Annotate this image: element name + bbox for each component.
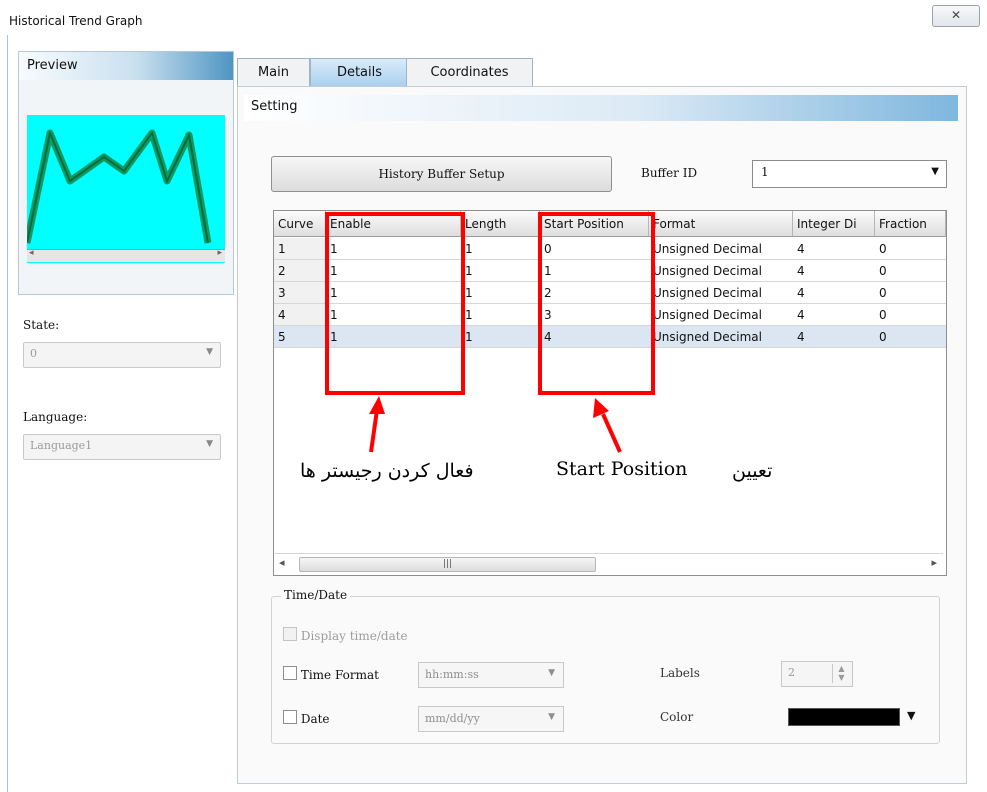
close-button[interactable]: ✕ [932,5,980,27]
cell-length[interactable]: 1 [461,260,540,282]
enable-column-highlight [325,212,465,395]
preview-panel: Preview ◂ ▸ [18,51,234,295]
trend-curve-graphic [23,129,212,244]
labels-value: 2 [788,666,795,679]
cell-format[interactable]: Unsigned Decimal [649,282,793,304]
cell-fraction[interactable]: 0 [875,282,946,304]
language-label: Language: [23,410,88,424]
column-header-format[interactable]: Format [649,211,793,237]
tab-details[interactable]: Details [310,58,409,87]
horizontal-scrollbar[interactable]: ◂ ||| ▸ [275,553,943,574]
labels-stepper: 2 ▲ ▼ [781,661,853,687]
scroll-left-icon[interactable]: ◂ [29,248,34,258]
scroll-right-icon[interactable]: ▸ [931,556,937,569]
tab-main[interactable]: Main [237,58,310,87]
column-header-integer-digits[interactable]: Integer Di [793,211,875,237]
date-checkbox[interactable] [283,710,297,724]
cell-length[interactable]: 1 [461,238,540,260]
cell-format[interactable]: Unsigned Decimal [649,260,793,282]
chevron-down-icon: ▼ [548,712,555,722]
time-date-group-title: Time/Date [281,588,351,602]
column-header-length[interactable]: Length [461,211,540,237]
date-label: Date [300,712,330,726]
cell-integer-digits[interactable]: 4 [793,282,875,304]
cell-fraction[interactable]: 0 [875,304,946,326]
window-border [7,35,8,792]
cell-integer-digits[interactable]: 4 [793,238,875,260]
cell-integer-digits[interactable]: 4 [793,260,875,282]
labels-label: Labels [660,666,700,680]
time-format-option[interactable]: Time Format [283,666,379,682]
chevron-down-icon[interactable]: ▼ [907,709,915,722]
row-header[interactable]: 1 [274,238,326,260]
display-time-date-label: Display time/date [300,629,408,643]
row-header[interactable]: 3 [274,282,326,304]
cell-fraction[interactable]: 0 [875,326,946,348]
enable-arrow-icon [369,396,385,453]
chevron-down-icon[interactable]: ▼ [931,166,939,177]
stepper-arrows-icon: ▲ ▼ [832,664,850,683]
color-swatch[interactable] [788,708,900,726]
state-value: 0 [30,347,37,360]
buffer-id-label: Buffer ID [641,166,698,180]
time-format-select: hh:mm:ss ▼ [418,662,564,688]
state-select: 0 ▼ [23,342,221,368]
column-header-curve[interactable]: Curve [274,211,326,237]
buffer-id-value: 1 [761,165,769,179]
scroll-right-icon[interactable]: ▸ [217,248,222,258]
window-title: Historical Trend Graph [9,14,143,28]
time-format-label: Time Format [300,668,379,682]
row-header[interactable]: 2 [274,260,326,282]
preview-title: Preview [27,58,78,73]
display-time-date-option: Display time/date [283,627,408,643]
cell-integer-digits[interactable]: 4 [793,304,875,326]
annotation-start-position-fa: تعیین [732,460,773,482]
language-select: Language1 ▼ [23,434,221,460]
cell-format[interactable]: Unsigned Decimal [649,238,793,260]
preview-graph [23,115,225,263]
history-buffer-setup-button[interactable]: History Buffer Setup [271,156,612,192]
date-option[interactable]: Date [283,710,330,726]
row-header[interactable]: 5 [274,326,326,348]
preview-scrollbar[interactable]: ◂ ▸ [27,248,225,262]
cell-length[interactable]: 1 [461,282,540,304]
display-time-date-checkbox [283,627,297,641]
cell-fraction[interactable]: 0 [875,260,946,282]
scroll-left-icon[interactable]: ◂ [279,556,285,569]
chevron-down-icon: ▼ [206,439,213,449]
setting-label: Setting [251,99,298,114]
cell-fraction[interactable]: 0 [875,238,946,260]
scroll-thumb[interactable]: ||| [299,557,596,572]
state-label: State: [23,318,60,332]
date-format-value: mm/dd/yy [425,712,480,725]
time-format-checkbox[interactable] [283,666,297,680]
row-header[interactable]: 4 [274,304,326,326]
chevron-down-icon: ▼ [548,668,555,678]
cell-length[interactable]: 1 [461,304,540,326]
cell-length[interactable]: 1 [461,326,540,348]
title-bar: Historical Trend Graph ✕ [0,0,987,36]
column-header-fraction[interactable]: Fraction [875,211,946,237]
cell-format[interactable]: Unsigned Decimal [649,326,793,348]
tab-coordinates[interactable]: Coordinates [406,58,533,87]
cell-integer-digits[interactable]: 4 [793,326,875,348]
cell-format[interactable]: Unsigned Decimal [649,304,793,326]
chevron-down-icon: ▼ [206,347,213,357]
color-label: Color [660,710,694,724]
start-position-highlight [538,212,655,395]
time-format-value: hh:mm:ss [425,668,479,681]
annotation-start-position-en: Start Position [556,458,688,480]
language-value: Language1 [30,439,93,452]
close-icon: ✕ [950,8,962,22]
setting-header: Setting [244,95,958,121]
start-position-arrow-icon [593,398,622,453]
preview-header: Preview [19,52,233,80]
annotation-enable-registers: فعال کردن رجیستر ها [300,460,474,482]
buffer-id-select[interactable]: 1 ▼ [752,160,947,188]
date-format-select: mm/dd/yy ▼ [418,706,564,732]
